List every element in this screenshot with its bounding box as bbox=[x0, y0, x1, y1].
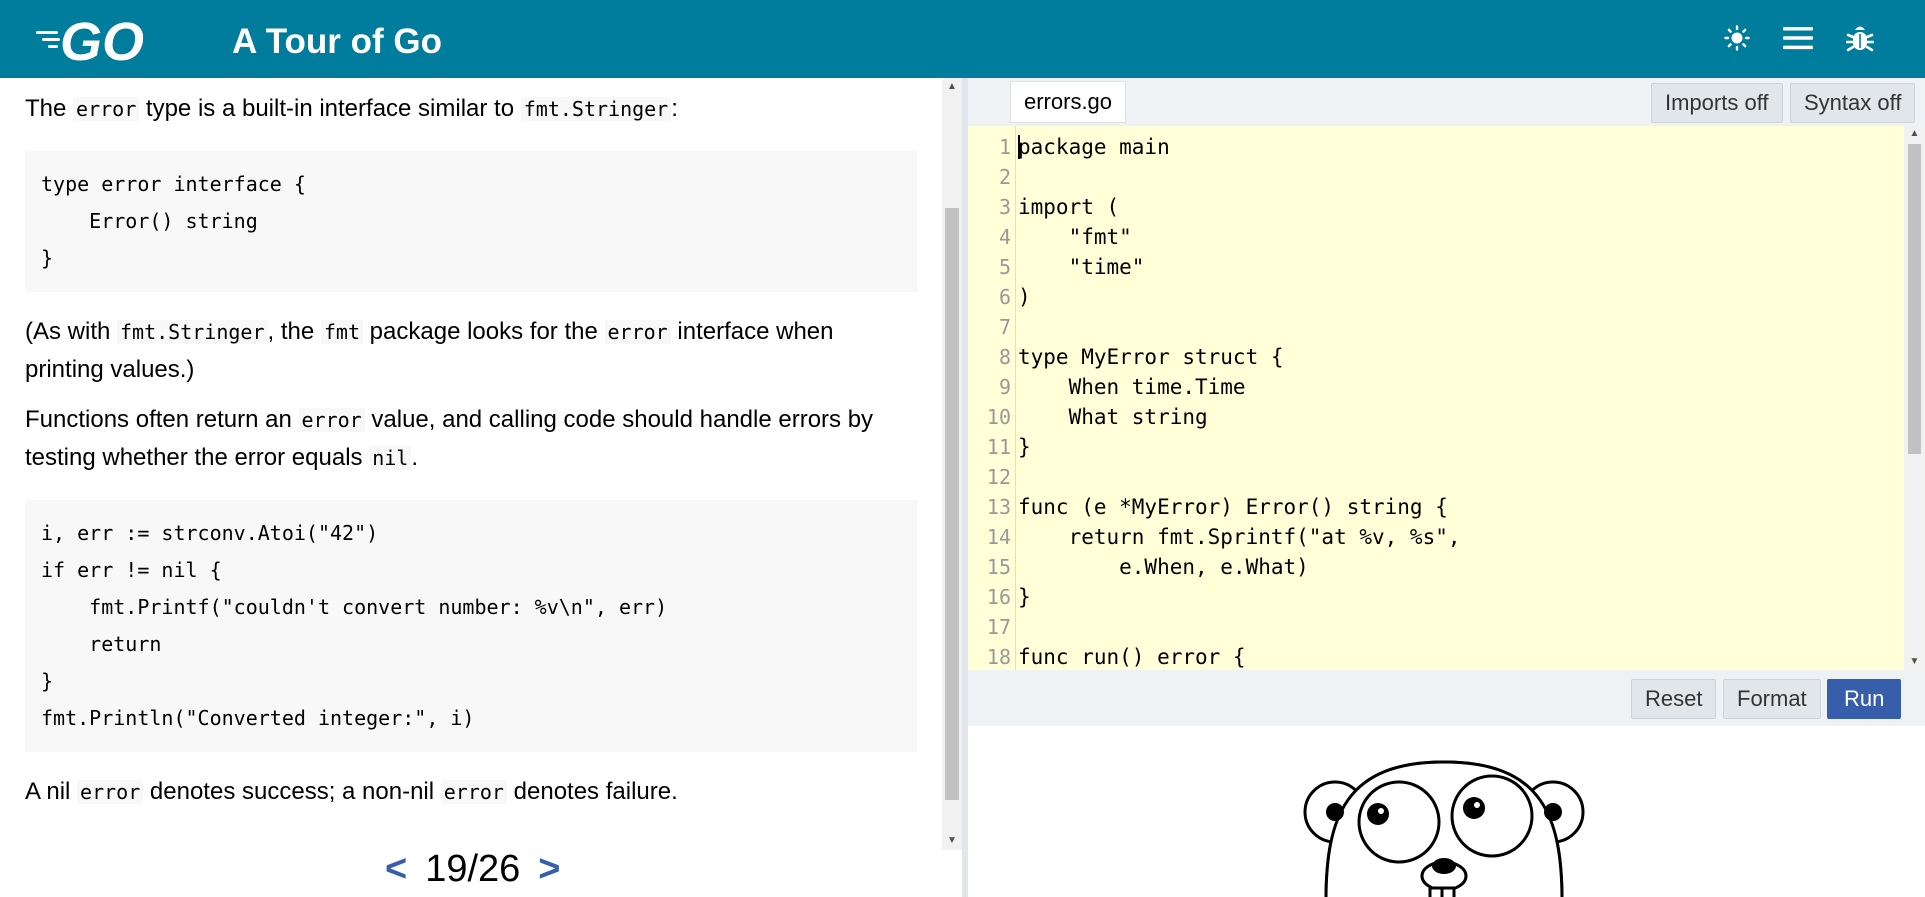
output-panel bbox=[968, 726, 1925, 897]
line-number: 10 bbox=[986, 405, 1011, 429]
format-button[interactable]: Format bbox=[1723, 679, 1821, 719]
line-number: 18 bbox=[986, 645, 1011, 669]
line-number: 13 bbox=[986, 495, 1011, 519]
inline-code: error bbox=[604, 320, 671, 344]
page-title: A Tour of Go bbox=[232, 22, 442, 61]
inline-code: error bbox=[73, 97, 140, 121]
reset-button[interactable]: Reset bbox=[1631, 679, 1717, 719]
inline-code: fmt.Stringer bbox=[117, 320, 268, 344]
line-number-gutter: 1 2 3 4 5 6 7 8 9 10 11 12 13 14 15 16 17 18 bbox=[968, 126, 1016, 670]
line-number: 3 bbox=[998, 195, 1011, 219]
inline-code: fmt.Stringer bbox=[520, 97, 672, 121]
prev-page-link[interactable]: < bbox=[385, 848, 407, 891]
code-line[interactable]: e.When, e.What) bbox=[1018, 552, 1309, 582]
code-line[interactable]: "fmt" bbox=[1018, 222, 1132, 252]
menu-icon[interactable] bbox=[1780, 20, 1816, 56]
inline-code: fmt bbox=[320, 320, 364, 344]
code-example-atoi: i, err := strconv.Atoi("42") if err != n… bbox=[25, 500, 917, 752]
scroll-up-arrow-icon[interactable]: ▲ bbox=[942, 78, 962, 96]
next-page-link[interactable]: > bbox=[538, 848, 560, 891]
line-number: 5 bbox=[998, 255, 1011, 279]
inline-code: nil bbox=[369, 446, 412, 470]
bug-icon[interactable] bbox=[1842, 20, 1878, 56]
inline-code: error bbox=[440, 780, 507, 804]
top-bar: GO A Tour of Go bbox=[0, 0, 1925, 78]
lesson-paragraph: The error type is a built-in interface s… bbox=[25, 95, 678, 122]
lesson-paragraph: (As with fmt.Stringer, the fmt package l… bbox=[25, 318, 834, 383]
editor-controls: Reset Format Run bbox=[968, 670, 1925, 726]
scrollbar-thumb[interactable] bbox=[945, 208, 959, 800]
code-line[interactable]: func (e *MyError) Error() string { bbox=[1018, 492, 1448, 522]
lesson-paragraph: A nil error denotes success; a non-nil e… bbox=[25, 778, 678, 805]
go-logo[interactable]: GO bbox=[36, 12, 170, 72]
imports-toggle-button[interactable]: Imports off bbox=[1651, 83, 1783, 123]
syntax-toggle-button[interactable]: Syntax off bbox=[1790, 83, 1916, 123]
line-number: 2 bbox=[998, 165, 1011, 189]
line-number: 11 bbox=[986, 435, 1011, 459]
line-number: 12 bbox=[986, 465, 1011, 489]
line-number: 17 bbox=[986, 615, 1011, 639]
code-line[interactable]: type MyError struct { bbox=[1018, 342, 1284, 372]
editor-scrollbar[interactable]: ▲ ▼ bbox=[1904, 126, 1925, 670]
line-number: 1 bbox=[998, 135, 1011, 159]
line-number: 7 bbox=[998, 315, 1011, 339]
line-number: 6 bbox=[998, 285, 1011, 309]
line-number: 16 bbox=[986, 585, 1011, 609]
sun-icon[interactable] bbox=[1719, 20, 1755, 56]
line-number: 9 bbox=[998, 375, 1011, 399]
line-number: 14 bbox=[986, 525, 1011, 549]
inline-code: error bbox=[298, 408, 365, 432]
scroll-down-arrow-icon[interactable]: ▼ bbox=[1904, 654, 1925, 670]
code-line[interactable]: func run() error { bbox=[1018, 642, 1246, 670]
scrollbar-thumb[interactable] bbox=[1908, 144, 1921, 454]
scroll-up-arrow-icon[interactable]: ▲ bbox=[1904, 126, 1925, 142]
code-line[interactable]: } bbox=[1018, 432, 1031, 462]
line-number: 15 bbox=[986, 555, 1011, 579]
code-line[interactable]: What string bbox=[1018, 402, 1208, 432]
code-line[interactable]: } bbox=[1018, 582, 1031, 612]
logo-text: GO bbox=[60, 14, 144, 66]
line-number: 4 bbox=[998, 225, 1011, 249]
lesson-panel: The error type is a built-in interface s… bbox=[0, 78, 942, 897]
code-line[interactable]: package main bbox=[1018, 132, 1170, 162]
code-line[interactable]: ) bbox=[1018, 282, 1031, 312]
inline-code: error bbox=[77, 780, 144, 804]
run-button[interactable]: Run bbox=[1827, 679, 1902, 719]
code-line[interactable]: import ( bbox=[1018, 192, 1119, 222]
gopher-mascot-icon bbox=[1303, 760, 1585, 897]
file-tab[interactable]: errors.go bbox=[1010, 81, 1127, 123]
code-line[interactable]: "time" bbox=[1018, 252, 1145, 282]
line-number: 8 bbox=[998, 345, 1011, 369]
lesson-scrollbar[interactable]: ▲ ▼ bbox=[942, 78, 962, 850]
code-editor[interactable]: 1 2 3 4 5 6 7 8 9 10 11 12 13 14 15 16 17 18 package main… bbox=[968, 126, 1904, 670]
lesson-paragraph: Functions often return an error value, a… bbox=[25, 406, 874, 471]
scroll-down-arrow-icon[interactable]: ▼ bbox=[942, 832, 962, 850]
code-line[interactable]: return fmt.Sprintf("at %v, %s", bbox=[1018, 522, 1461, 552]
code-line[interactable]: When time.Time bbox=[1018, 372, 1246, 402]
lesson-pager: < 19/26 > bbox=[385, 846, 561, 892]
page-indicator: 19/26 bbox=[425, 847, 521, 890]
code-example-error-interface: type error interface { Error() string } bbox=[25, 151, 917, 292]
